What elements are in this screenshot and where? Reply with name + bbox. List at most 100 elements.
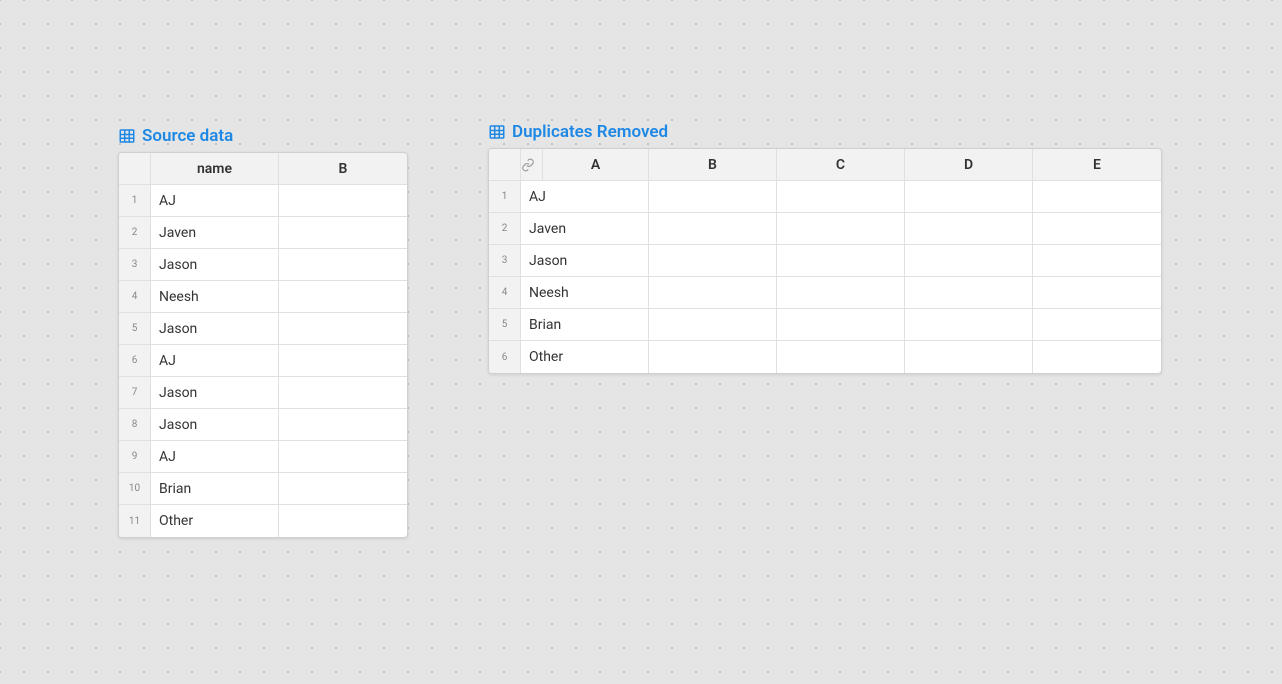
cell[interactable] bbox=[905, 277, 1033, 308]
column-header-name[interactable]: name bbox=[151, 153, 279, 184]
row-number[interactable]: 8 bbox=[119, 409, 151, 440]
cell[interactable]: AJ bbox=[151, 345, 279, 376]
cell[interactable]: AJ bbox=[151, 441, 279, 472]
cell[interactable] bbox=[777, 245, 905, 276]
cell[interactable] bbox=[649, 277, 777, 308]
cell[interactable] bbox=[905, 213, 1033, 244]
cell[interactable] bbox=[279, 217, 407, 248]
source-header-row: name B bbox=[119, 153, 407, 185]
cell[interactable] bbox=[777, 309, 905, 340]
cell[interactable] bbox=[279, 473, 407, 504]
row-number[interactable]: 1 bbox=[119, 185, 151, 216]
cell[interactable] bbox=[777, 181, 905, 212]
column-header-d[interactable]: D bbox=[905, 149, 1033, 180]
cell[interactable] bbox=[279, 377, 407, 408]
cell[interactable] bbox=[649, 213, 777, 244]
row-number[interactable]: 4 bbox=[489, 277, 521, 308]
cell[interactable]: AJ bbox=[151, 185, 279, 216]
column-header-c[interactable]: C bbox=[777, 149, 905, 180]
duplicates-header-row: A B C D E bbox=[489, 149, 1161, 181]
cell[interactable]: Jason bbox=[151, 377, 279, 408]
cell[interactable] bbox=[649, 341, 777, 373]
cell[interactable] bbox=[279, 281, 407, 312]
table-row: 5Brian bbox=[489, 309, 1161, 341]
duplicates-grid[interactable]: A B C D E 1AJ2Javen3Jason4Neesh5Brian6Ot… bbox=[488, 148, 1162, 374]
cell[interactable] bbox=[777, 213, 905, 244]
table-row: 7Jason bbox=[119, 377, 407, 409]
cell[interactable]: Brian bbox=[521, 309, 649, 340]
cell[interactable] bbox=[279, 313, 407, 344]
cell[interactable] bbox=[1033, 277, 1161, 308]
cell[interactable] bbox=[279, 409, 407, 440]
table-row: 1AJ bbox=[489, 181, 1161, 213]
cell[interactable] bbox=[649, 245, 777, 276]
row-number[interactable]: 9 bbox=[119, 441, 151, 472]
table-row: 6AJ bbox=[119, 345, 407, 377]
corner-cell[interactable] bbox=[489, 149, 521, 180]
cell[interactable] bbox=[1033, 245, 1161, 276]
cell[interactable]: Brian bbox=[151, 473, 279, 504]
row-number[interactable]: 5 bbox=[119, 313, 151, 344]
cell[interactable] bbox=[279, 185, 407, 216]
cell[interactable]: Javen bbox=[521, 213, 649, 244]
table-row: 2Javen bbox=[489, 213, 1161, 245]
row-number[interactable]: 4 bbox=[119, 281, 151, 312]
cell[interactable]: Jason bbox=[521, 245, 649, 276]
cell[interactable] bbox=[905, 181, 1033, 212]
cell[interactable] bbox=[905, 341, 1033, 373]
table-row: 6Other bbox=[489, 341, 1161, 373]
cell[interactable]: AJ bbox=[521, 181, 649, 212]
table-row: 9AJ bbox=[119, 441, 407, 473]
row-number[interactable]: 6 bbox=[489, 341, 521, 373]
cell[interactable]: Neesh bbox=[521, 277, 649, 308]
cell[interactable] bbox=[649, 309, 777, 340]
cell[interactable] bbox=[279, 249, 407, 280]
table-row: 5Jason bbox=[119, 313, 407, 345]
cell[interactable] bbox=[905, 309, 1033, 340]
cell[interactable] bbox=[777, 277, 905, 308]
row-number[interactable]: 7 bbox=[119, 377, 151, 408]
cell[interactable]: Jason bbox=[151, 313, 279, 344]
row-number[interactable]: 10 bbox=[119, 473, 151, 504]
cell[interactable]: Jason bbox=[151, 249, 279, 280]
cell[interactable] bbox=[1033, 309, 1161, 340]
cell[interactable]: Jason bbox=[151, 409, 279, 440]
cell[interactable] bbox=[279, 345, 407, 376]
row-number[interactable]: 2 bbox=[489, 213, 521, 244]
row-number[interactable]: 6 bbox=[119, 345, 151, 376]
cell[interactable] bbox=[1033, 341, 1161, 373]
cell[interactable]: Other bbox=[521, 341, 649, 373]
table-row: 1AJ bbox=[119, 185, 407, 217]
cell[interactable]: Other bbox=[151, 505, 279, 537]
cell[interactable]: Javen bbox=[151, 217, 279, 248]
source-grid[interactable]: name B 1AJ2Javen3Jason4Neesh5Jason6AJ7Ja… bbox=[118, 152, 408, 538]
column-header-a[interactable]: A bbox=[543, 149, 649, 180]
table-row: 2Javen bbox=[119, 217, 407, 249]
column-header-b[interactable]: B bbox=[279, 153, 407, 184]
table-row: 10Brian bbox=[119, 473, 407, 505]
table-row: 8Jason bbox=[119, 409, 407, 441]
table-row: 11Other bbox=[119, 505, 407, 537]
cell[interactable] bbox=[649, 181, 777, 212]
cell[interactable] bbox=[905, 245, 1033, 276]
cell[interactable]: Neesh bbox=[151, 281, 279, 312]
column-header-e[interactable]: E bbox=[1033, 149, 1161, 180]
row-number[interactable]: 1 bbox=[489, 181, 521, 212]
source-table-title[interactable]: Source data bbox=[118, 126, 408, 146]
cell[interactable] bbox=[279, 441, 407, 472]
row-number[interactable]: 11 bbox=[119, 505, 151, 537]
column-header-b[interactable]: B bbox=[649, 149, 777, 180]
row-number[interactable]: 5 bbox=[489, 309, 521, 340]
table-row: 3Jason bbox=[489, 245, 1161, 277]
row-number[interactable]: 3 bbox=[119, 249, 151, 280]
corner-cell[interactable] bbox=[119, 153, 151, 184]
duplicates-table-title-text: Duplicates Removed bbox=[512, 122, 668, 142]
row-number[interactable]: 3 bbox=[489, 245, 521, 276]
cell[interactable] bbox=[1033, 213, 1161, 244]
cell[interactable] bbox=[777, 341, 905, 373]
duplicates-table-title[interactable]: Duplicates Removed bbox=[488, 122, 1162, 142]
row-number[interactable]: 2 bbox=[119, 217, 151, 248]
cell[interactable] bbox=[279, 505, 407, 537]
cell[interactable] bbox=[1033, 181, 1161, 212]
link-column-header[interactable] bbox=[521, 149, 543, 180]
